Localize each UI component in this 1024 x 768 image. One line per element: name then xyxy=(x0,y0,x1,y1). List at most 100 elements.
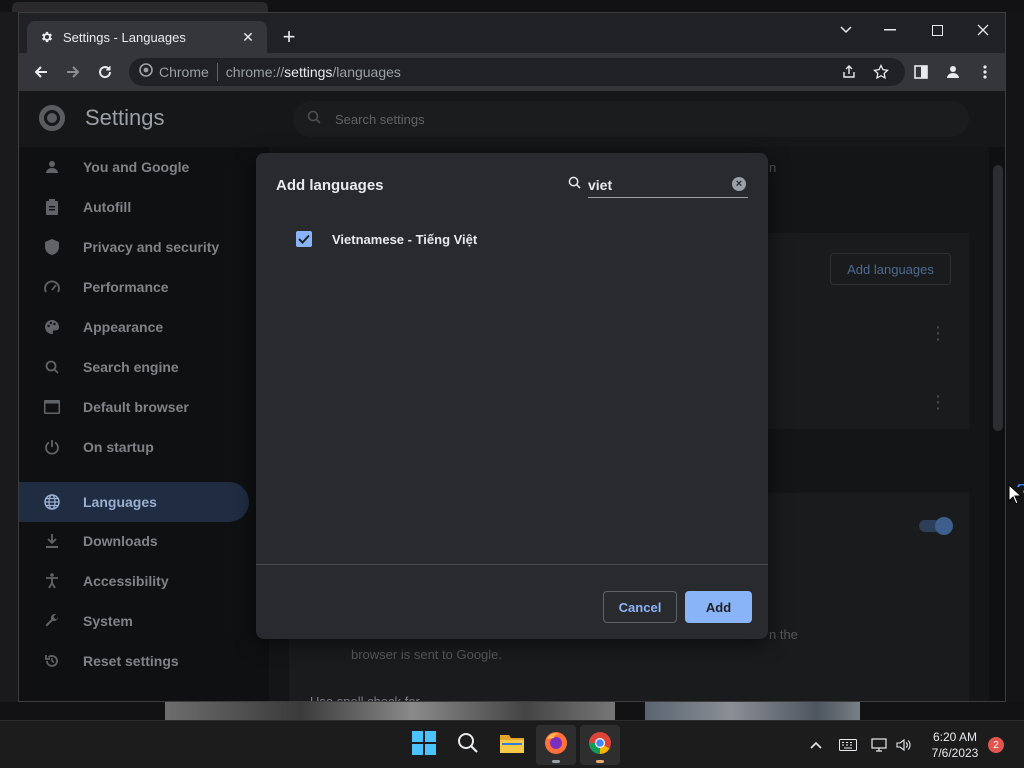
new-tab-button[interactable]: + xyxy=(277,24,301,49)
nav-item-privacy-and-security[interactable]: Privacy and security xyxy=(19,227,249,267)
nav-label: Downloads xyxy=(83,533,158,549)
nav-label: Languages xyxy=(83,494,157,510)
cancel-button[interactable]: Cancel xyxy=(603,591,677,623)
firefox-button[interactable] xyxy=(536,725,576,765)
nav-label: System xyxy=(83,613,133,629)
nav-label: You and Google xyxy=(83,159,190,175)
nav-label: Privacy and security xyxy=(83,239,220,255)
nav-item-performance[interactable]: Performance xyxy=(19,267,249,307)
settings-nav: You and Google Autofill Privacy and secu… xyxy=(19,147,269,701)
settings-title: Settings xyxy=(85,105,165,130)
side-panel-icon[interactable] xyxy=(907,58,935,86)
url-text[interactable]: chrome://settings/languages xyxy=(226,64,401,80)
minimize-button[interactable] xyxy=(875,17,905,43)
spell-check-toggle[interactable] xyxy=(919,517,953,535)
network-icon[interactable] xyxy=(870,735,890,755)
chrome-icon xyxy=(588,731,612,760)
nav-item-languages[interactable]: Languages xyxy=(19,482,249,522)
language-option-label: Vietnamese - Tiếng Việt xyxy=(332,231,478,247)
person-icon xyxy=(43,158,61,176)
volume-icon[interactable] xyxy=(894,735,914,755)
dialog-divider xyxy=(256,564,768,565)
add-languages-dialog: Add languages × Vietnamese - Tiếng Việt … xyxy=(256,153,768,639)
nav-item-appearance[interactable]: Appearance xyxy=(19,307,249,347)
tab-search-chevron-icon[interactable] xyxy=(831,17,861,43)
url-scheme: chrome:// xyxy=(225,64,285,80)
bookmark-star-icon[interactable] xyxy=(867,58,895,86)
clear-search-icon[interactable]: × xyxy=(732,177,746,191)
palette-icon xyxy=(43,318,61,336)
search-placeholder: Search settings xyxy=(335,111,425,127)
share-icon[interactable] xyxy=(835,58,863,86)
close-window-button[interactable] xyxy=(968,17,998,43)
omnibox-chip: Chrome xyxy=(159,64,209,80)
reload-button[interactable] xyxy=(91,58,119,86)
add-languages-button[interactable]: Add languages xyxy=(830,253,951,285)
language-option[interactable]: Vietnamese - Tiếng Việt xyxy=(296,229,736,249)
search-icon xyxy=(568,176,584,192)
nav-item-reset-settings[interactable]: Reset settings xyxy=(19,641,249,681)
mouse-cursor xyxy=(1008,483,1024,506)
keyboard-icon[interactable] xyxy=(838,735,858,755)
tab-title: Settings - Languages xyxy=(63,29,186,45)
file-explorer-button[interactable] xyxy=(492,725,532,765)
language-more-icon[interactable]: ⋮ xyxy=(929,323,947,344)
settings-header: Settings Search settings xyxy=(19,91,1005,147)
omnibox-separator xyxy=(216,63,218,81)
nav-item-downloads[interactable]: Downloads xyxy=(19,521,249,561)
nav-item-system[interactable]: System xyxy=(19,601,249,641)
clock-date: 7/6/2023 xyxy=(931,746,979,760)
partial-text: browser is sent to Google. xyxy=(351,647,503,662)
nav-label: On startup xyxy=(83,439,154,455)
power-icon xyxy=(43,438,61,456)
chrome-logo-icon xyxy=(139,62,153,82)
language-search-input[interactable] xyxy=(588,173,728,197)
reset-icon xyxy=(43,652,61,670)
gear-icon xyxy=(39,29,55,45)
settings-search[interactable]: Search settings xyxy=(293,101,969,137)
nav-item-accessibility[interactable]: Accessibility xyxy=(19,561,249,601)
desktop-strip-left xyxy=(0,12,18,702)
url-path: /languages xyxy=(332,64,401,80)
show-hidden-icons-chevron-icon[interactable] xyxy=(806,735,826,755)
clock-time: 6:20 AM xyxy=(932,730,978,744)
clipboard-icon xyxy=(43,198,61,216)
language-more-icon[interactable]: ⋮ xyxy=(929,392,947,413)
notification-badge[interactable]: 2 xyxy=(988,737,1004,753)
profile-icon[interactable] xyxy=(939,58,967,86)
scrollbar-thumb[interactable] xyxy=(993,165,1003,431)
chrome-logo-icon xyxy=(39,105,65,131)
add-button[interactable]: Add xyxy=(685,591,752,623)
nav-item-autofill[interactable]: Autofill xyxy=(19,187,249,227)
active-indicator xyxy=(596,760,604,763)
nav-item-you-and-google[interactable]: You and Google xyxy=(19,147,249,187)
search-underline xyxy=(588,197,748,198)
accessibility-icon xyxy=(43,572,61,590)
spell-check-label: Use spell check for xyxy=(310,694,420,702)
desktop-strip-right xyxy=(1006,12,1024,702)
globe-icon xyxy=(43,493,61,511)
nav-item-search-engine[interactable]: Search engine xyxy=(19,347,249,387)
taskbar-search-button[interactable] xyxy=(448,725,488,765)
more-menu-icon[interactable] xyxy=(971,58,999,86)
gauge-icon xyxy=(43,278,61,296)
firefox-icon xyxy=(544,731,568,760)
folder-icon xyxy=(500,733,524,758)
windows-start-button[interactable] xyxy=(404,725,444,765)
language-checkbox[interactable] xyxy=(296,231,312,247)
chrome-button[interactable] xyxy=(580,725,620,765)
nav-label: Accessibility xyxy=(83,573,169,589)
forward-button[interactable] xyxy=(59,58,87,86)
browser-icon xyxy=(43,398,61,416)
maximize-button[interactable] xyxy=(922,17,952,43)
system-clock[interactable]: 6:20 AM 7/6/2023 xyxy=(920,729,990,761)
tab-settings-languages[interactable]: Settings - Languages ✕ xyxy=(27,21,267,53)
nav-item-default-browser[interactable]: Default browser xyxy=(19,387,249,427)
search-icon xyxy=(307,110,321,129)
back-button[interactable] xyxy=(27,58,55,86)
nav-label: Appearance xyxy=(83,319,164,335)
close-tab-icon[interactable]: ✕ xyxy=(239,28,257,46)
download-icon xyxy=(43,532,61,550)
address-bar[interactable]: Chrome chrome://settings/languages xyxy=(129,58,905,86)
nav-item-on-startup[interactable]: On startup xyxy=(19,427,249,467)
